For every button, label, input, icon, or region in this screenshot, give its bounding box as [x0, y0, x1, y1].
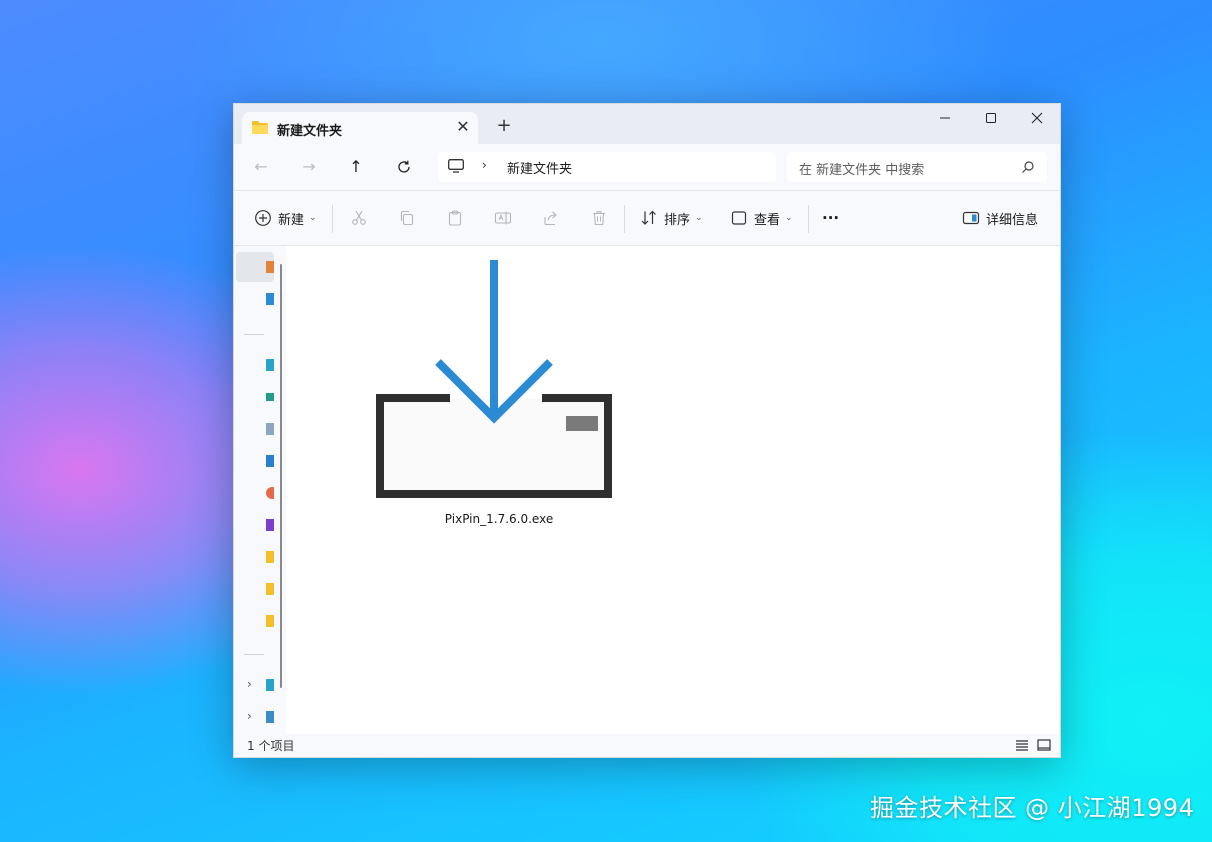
breadcrumb-current[interactable]: 新建文件夹: [507, 158, 572, 177]
sort-label: 排序: [664, 212, 691, 228]
back-arrow-icon[interactable]: ←: [248, 154, 274, 180]
sidebar-item-home[interactable]: [236, 252, 274, 282]
video-icon: [266, 519, 274, 531]
chevron-right-icon[interactable]: ›: [482, 158, 487, 172]
sort-button[interactable]: 排序 ⌄: [640, 205, 703, 231]
tab-label: 新建文件夹: [277, 124, 343, 139]
share-icon: [544, 211, 557, 226]
this-pc-icon: [448, 159, 464, 173]
sidebar-item-this-pc[interactable]: ›: [236, 670, 274, 700]
file-item[interactable]: PixPin_1.7.6.0.exe: [376, 260, 622, 530]
navigation-pane: › ›: [234, 246, 286, 734]
gallery-icon: [266, 293, 274, 305]
search-placeholder: 在 新建文件夹 中搜索: [799, 163, 925, 178]
folder-icon: [266, 583, 274, 595]
view-label: 查看: [754, 212, 781, 228]
sort-arrows-icon: [641, 210, 656, 225]
forward-arrow-icon[interactable]: →: [296, 154, 322, 180]
watermark-text: 掘金技术社区 @ 小江湖1994: [870, 794, 1195, 822]
clipboard-icon: [448, 210, 462, 226]
minimize-icon[interactable]: [922, 106, 968, 134]
sidebar-item-gallery[interactable]: [236, 284, 274, 314]
sidebar-item-pictures[interactable]: [236, 446, 274, 476]
file-name-label[interactable]: PixPin_1.7.6.0.exe: [376, 512, 622, 526]
chevron-down-icon: ⌄: [785, 213, 793, 223]
cut-button[interactable]: [350, 205, 368, 231]
details-pane-button[interactable]: 详细信息: [962, 205, 1038, 231]
network-icon: [266, 711, 274, 723]
more-options-button[interactable]: ···: [822, 205, 839, 231]
breadcrumb[interactable]: › 新建文件夹: [438, 152, 776, 182]
sidebar-scrollbar[interactable]: [280, 264, 282, 688]
command-bar: 新建 ⌄ 排序 ⌄ 查看 ⌄ ··· 详细信息: [234, 191, 1060, 246]
sidebar-item-folder-2[interactable]: [236, 574, 274, 604]
chevron-down-icon: ⌄: [309, 213, 317, 223]
share-button[interactable]: [542, 205, 560, 231]
expand-chevron-icon[interactable]: ›: [247, 677, 252, 691]
new-label: 新建: [278, 212, 305, 228]
new-button[interactable]: 新建 ⌄: [254, 205, 317, 231]
sidebar-item-desktop[interactable]: [236, 350, 274, 380]
title-bar: 新建文件夹 ✕ +: [234, 104, 1060, 144]
music-icon: [266, 487, 274, 499]
download-icon: [266, 393, 274, 401]
toolbar-divider: [624, 205, 625, 233]
home-icon: [266, 261, 274, 273]
sidebar-separator: [244, 654, 264, 655]
close-icon[interactable]: [1014, 106, 1060, 134]
trash-icon: [593, 211, 605, 226]
sidebar-item-documents[interactable]: [236, 414, 274, 444]
sidebar-item-videos[interactable]: [236, 510, 274, 540]
tiles-view-icon[interactable]: [1036, 737, 1052, 753]
document-icon: [266, 423, 274, 435]
rename-icon: [494, 211, 512, 225]
folder-icon: [266, 615, 274, 627]
tab-close-icon[interactable]: ✕: [452, 116, 474, 138]
view-layout-icon: [731, 211, 747, 225]
tab-current-folder[interactable]: 新建文件夹 ✕: [242, 112, 478, 144]
plus-circle-icon: [255, 210, 271, 226]
up-arrow-icon[interactable]: ↑: [343, 154, 369, 180]
view-button[interactable]: 查看 ⌄: [730, 205, 793, 231]
sidebar-item-folder-3[interactable]: [236, 606, 274, 636]
sidebar-item-network[interactable]: ›: [236, 702, 274, 732]
expand-chevron-icon[interactable]: ›: [247, 709, 252, 723]
new-tab-plus-icon[interactable]: +: [492, 115, 516, 137]
more-dots-icon: ···: [822, 209, 840, 227]
copy-icon: [400, 210, 414, 226]
this-pc-icon: [266, 679, 274, 691]
installer-download-icon: [376, 260, 612, 498]
toolbar-divider: [808, 205, 809, 233]
details-view-icon[interactable]: [1014, 737, 1030, 753]
scissors-icon: [352, 210, 366, 225]
details-pane-icon: [962, 211, 980, 225]
file-list-area[interactable]: PixPin_1.7.6.0.exe: [290, 246, 1059, 734]
toolbar-divider: [332, 205, 333, 233]
search-input[interactable]: 在 新建文件夹 中搜索: [787, 152, 1047, 182]
folder-icon: [266, 551, 274, 563]
folder-icon: [252, 121, 268, 134]
address-bar: ← → ↑ › 新建文件夹 在 新建文件夹 中搜索: [234, 144, 1060, 191]
chevron-down-icon: ⌄: [695, 213, 703, 223]
copy-button[interactable]: [398, 205, 416, 231]
file-explorer-window: 新建文件夹 ✕ + ← → ↑ › 新建文件夹 在 新建文件夹 中搜索 新建 ⌄…: [233, 103, 1061, 758]
maximize-icon[interactable]: [968, 106, 1014, 134]
sidebar-item-folder-1[interactable]: [236, 542, 274, 572]
delete-button[interactable]: [590, 205, 608, 231]
sidebar-item-music[interactable]: [236, 478, 274, 508]
details-label: 详细信息: [986, 212, 1039, 228]
search-icon[interactable]: [1021, 160, 1035, 174]
item-count: 1 个项目: [247, 739, 295, 753]
status-bar: 1 个项目: [234, 734, 1060, 757]
pictures-icon: [266, 455, 274, 467]
sidebar-item-downloads[interactable]: [236, 382, 274, 412]
paste-button[interactable]: [446, 205, 464, 231]
refresh-icon[interactable]: [391, 154, 417, 180]
desktop-icon: [266, 359, 274, 371]
rename-button[interactable]: [494, 205, 512, 231]
sidebar-separator: [244, 334, 264, 335]
